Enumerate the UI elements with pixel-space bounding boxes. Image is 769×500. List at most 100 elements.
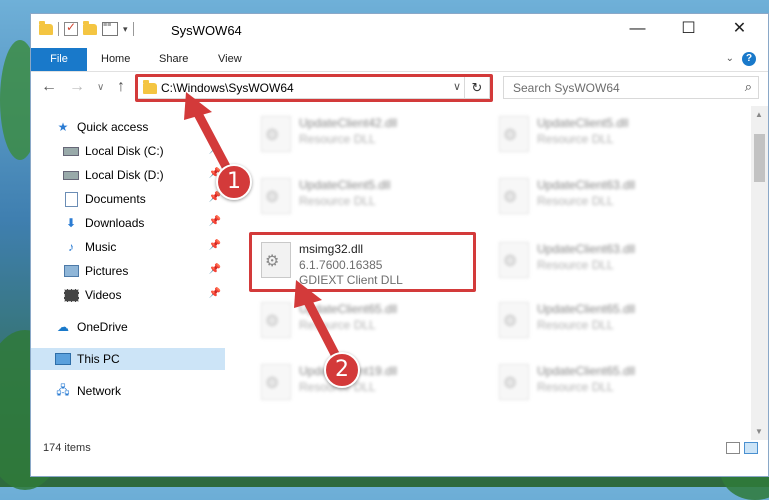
tab-home[interactable]: Home <box>101 48 130 71</box>
sidebar-item-pictures[interactable]: Pictures 📌 <box>31 260 225 282</box>
help-icon[interactable]: ? <box>742 52 756 66</box>
callout-badge-one: 1 <box>216 164 252 200</box>
status-bar: 174 items <box>31 440 768 476</box>
view-switcher <box>726 442 758 454</box>
file-item[interactable]: UpdateClient5.dll Resource DLL <box>489 110 719 160</box>
star-icon: ★ <box>57 120 69 134</box>
file-name: UpdateClient5.dll <box>299 178 391 192</box>
pictures-icon <box>63 264 79 278</box>
chevron-down-icon[interactable]: ▾ <box>123 24 128 35</box>
file-description: Resource DLL <box>299 194 376 208</box>
file-item[interactable]: UpdateClient19.dll Resource DLL <box>251 358 481 408</box>
file-name: UpdateClient65.dll <box>299 302 398 316</box>
file-name: UpdateClient63.dll <box>537 178 636 192</box>
file-name: UpdateClient42.dll <box>299 116 398 130</box>
recent-chevron-icon[interactable]: ∨ <box>97 82 104 93</box>
pin-icon[interactable]: 📌 <box>209 240 221 251</box>
new-folder-icon[interactable] <box>83 20 97 35</box>
window-title: SysWOW64 <box>171 23 242 38</box>
title-bar: ≡≡ ▾ SysWOW64 — ☐ ✕ <box>31 14 768 48</box>
dll-file-icon <box>499 116 529 152</box>
scrollbar-thumb[interactable] <box>754 134 765 182</box>
toolbar-divider <box>132 22 134 36</box>
videos-icon <box>63 288 79 302</box>
file-item[interactable]: UpdateClient65.dll Resource DLL <box>251 296 481 346</box>
pin-icon[interactable]: 📌 <box>209 216 221 227</box>
pin-icon[interactable]: 📌 <box>209 264 221 275</box>
file-item[interactable]: UpdateClient63.dll Resource DLL <box>489 172 719 222</box>
file-name: UpdateClient65.dll <box>537 302 636 316</box>
file-item[interactable]: UpdateClient65.dll Resource DLL <box>489 296 719 346</box>
file-item[interactable]: UpdateClient65.dll Resource DLL <box>489 358 719 408</box>
cloud-icon: ☁ <box>57 320 69 334</box>
dll-file-icon <box>261 116 291 152</box>
tiles-view-icon[interactable] <box>744 442 758 454</box>
scroll-down-icon[interactable]: ▼ <box>755 427 763 436</box>
sidebar-item-videos[interactable]: Videos 📌 <box>31 284 225 306</box>
dll-file-icon <box>499 242 529 278</box>
customize-icon[interactable]: ≡≡ <box>102 22 118 36</box>
sidebar-item-music[interactable]: ♪ Music 📌 <box>31 236 225 258</box>
minimize-button[interactable]: — <box>615 18 660 42</box>
file-description: Resource DLL <box>537 132 614 146</box>
explorer-window: ≡≡ ▾ SysWOW64 — ☐ ✕ File Home Share View… <box>30 13 769 477</box>
ribbon: File Home Share View ⌄ ? <box>31 48 768 72</box>
file-item[interactable]: UpdateClient63.dll Resource DLL <box>489 236 719 286</box>
sidebar-item-label: Documents <box>85 192 146 206</box>
toolbar-divider <box>58 22 59 36</box>
sidebar-item-label: Videos <box>85 288 122 302</box>
search-icon: ⌕ <box>744 79 752 94</box>
file-name: UpdateClient63.dll <box>537 242 636 256</box>
sidebar-item-label: Local Disk (C:) <box>85 144 164 158</box>
file-description: Resource DLL <box>537 380 614 394</box>
scroll-up-icon[interactable]: ▲ <box>755 110 763 119</box>
maximize-button[interactable]: ☐ <box>666 18 711 42</box>
file-description: Resource DLL <box>537 258 614 272</box>
file-name: UpdateClient5.dll <box>537 116 629 130</box>
sidebar-item-this-pc[interactable]: This PC <box>31 348 225 370</box>
back-arrow-icon[interactable]: ← <box>41 78 57 96</box>
dll-file-icon <box>261 178 291 214</box>
up-arrow-icon[interactable]: ↑ <box>117 78 125 96</box>
search-box[interactable]: Search SysWOW64 ⌕ <box>503 76 759 99</box>
details-view-icon[interactable] <box>726 442 740 454</box>
sidebar-item-label: This PC <box>77 352 120 366</box>
pin-icon[interactable]: 📌 <box>209 144 221 155</box>
sidebar-item-label: Quick access <box>77 120 149 134</box>
vertical-scrollbar[interactable]: ▲ ▼ <box>751 106 768 440</box>
drive-icon <box>63 168 79 182</box>
sidebar-item-local-disk-c[interactable]: Local Disk (C:) 📌 <box>31 140 225 162</box>
file-description: Resource DLL <box>537 318 614 332</box>
address-highlight-box <box>135 74 493 102</box>
sidebar-item-label: OneDrive <box>77 320 128 334</box>
ribbon-expand-icon[interactable]: ⌄ <box>726 53 734 64</box>
dll-file-icon <box>499 178 529 214</box>
sidebar-item-label: Local Disk (D:) <box>85 168 164 182</box>
downloads-icon: ⬇ <box>65 216 77 230</box>
callout-badge-two: 2 <box>324 352 360 388</box>
tab-share[interactable]: Share <box>159 48 188 71</box>
pin-icon[interactable]: 📌 <box>209 192 221 203</box>
tab-view[interactable]: View <box>218 48 242 71</box>
sidebar-item-downloads[interactable]: ⬇ Downloads 📌 <box>31 212 225 234</box>
sidebar-item-quick-access[interactable]: ★ Quick access <box>31 116 225 138</box>
sidebar-item-local-disk-d[interactable]: Local Disk (D:) 📌 <box>31 164 225 186</box>
item-count: 174 items <box>43 442 91 454</box>
file-item[interactable]: UpdateClient42.dll Resource DLL <box>251 110 481 160</box>
file-item[interactable]: UpdateClient5.dll Resource DLL <box>251 172 481 222</box>
forward-arrow-icon[interactable]: → <box>69 78 85 96</box>
close-button[interactable]: ✕ <box>717 18 762 42</box>
sidebar-item-documents[interactable]: Documents 📌 <box>31 188 225 210</box>
file-list: UpdateClient42.dll Resource DLL UpdateCl… <box>227 106 742 440</box>
file-description: Resource DLL <box>299 132 376 146</box>
search-input[interactable]: Search SysWOW64 <box>513 81 620 95</box>
tab-file[interactable]: File <box>31 48 87 71</box>
sidebar-item-network[interactable]: 🖧 Network <box>31 380 225 402</box>
folder-icon[interactable] <box>39 20 53 35</box>
music-icon: ♪ <box>68 240 74 254</box>
properties-check-icon[interactable] <box>64 20 78 36</box>
pin-icon[interactable]: 📌 <box>209 288 221 299</box>
sidebar-item-onedrive[interactable]: ☁ OneDrive <box>31 316 225 338</box>
dll-file-icon <box>499 302 529 338</box>
computer-icon <box>55 352 71 366</box>
